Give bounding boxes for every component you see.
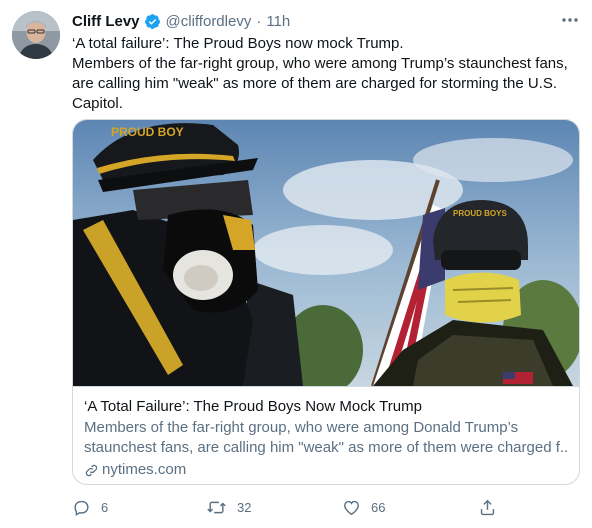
- card-description-line: Members of the far-right group, who were…: [84, 419, 519, 436]
- tweet-text-line: ‘A total failure’: The Proud Boys now mo…: [72, 35, 404, 52]
- handle[interactable]: @cliffordlevy: [166, 13, 252, 30]
- avatar[interactable]: [12, 11, 60, 59]
- like-button[interactable]: 66: [342, 496, 385, 518]
- reply-button[interactable]: 6: [72, 496, 108, 518]
- card-image: PROUD BOY PROUD BOYS: [73, 120, 579, 386]
- share-icon: [480, 499, 495, 515]
- tweet-text-line: are calling him "weak" as more of them a…: [72, 75, 558, 92]
- tweet-text-line: Members of the far-right group, who were…: [72, 55, 568, 72]
- tweet-text-line: Capitol.: [72, 95, 123, 112]
- timestamp[interactable]: 11h: [266, 13, 290, 30]
- reply-count: 6: [101, 499, 109, 515]
- heart-icon: [344, 500, 359, 515]
- separator-dot: ·: [256, 12, 262, 30]
- helmet-text-right: PROUD BOYS: [453, 209, 507, 218]
- link-icon: [85, 464, 98, 476]
- like-count: 66: [371, 499, 386, 515]
- retweet-icon: [207, 501, 226, 513]
- share-button[interactable]: [478, 496, 507, 518]
- card-description-line: staunchest fans, are calling him "weak" …: [84, 439, 568, 456]
- reply-icon: [74, 500, 89, 516]
- card-title: ‘A Total Failure’: The Proud Boys Now Mo…: [84, 398, 422, 415]
- action-bar: 6 32 66: [72, 496, 502, 518]
- retweet-count: 32: [237, 499, 252, 515]
- card-domain: nytimes.com: [84, 460, 568, 480]
- verified-badge-icon: [144, 13, 160, 29]
- retweet-button[interactable]: 32: [206, 496, 251, 518]
- link-card[interactable]: PROUD BOY PROUD BOYS ‘A Total Failure’: …: [72, 119, 580, 485]
- tweet-header: Cliff Levy @cliffordlevy · 11h: [72, 10, 290, 32]
- card-body: ‘A Total Failure’: The Proud Boys Now Mo…: [73, 386, 579, 484]
- helmet-text-left: PROUD BOY: [111, 125, 184, 139]
- tweet[interactable]: Cliff Levy @cliffordlevy · 11h ‘A total …: [0, 0, 592, 528]
- more-horizontal-icon[interactable]: [560, 10, 580, 30]
- card-description: Members of the far-right group, who were…: [84, 418, 568, 458]
- card-domain-text: nytimes.com: [102, 461, 187, 478]
- avatar-photo: [12, 11, 60, 59]
- display-name[interactable]: Cliff Levy: [72, 13, 140, 30]
- tweet-text: ‘A total failure’: The Proud Boys now mo…: [72, 34, 584, 114]
